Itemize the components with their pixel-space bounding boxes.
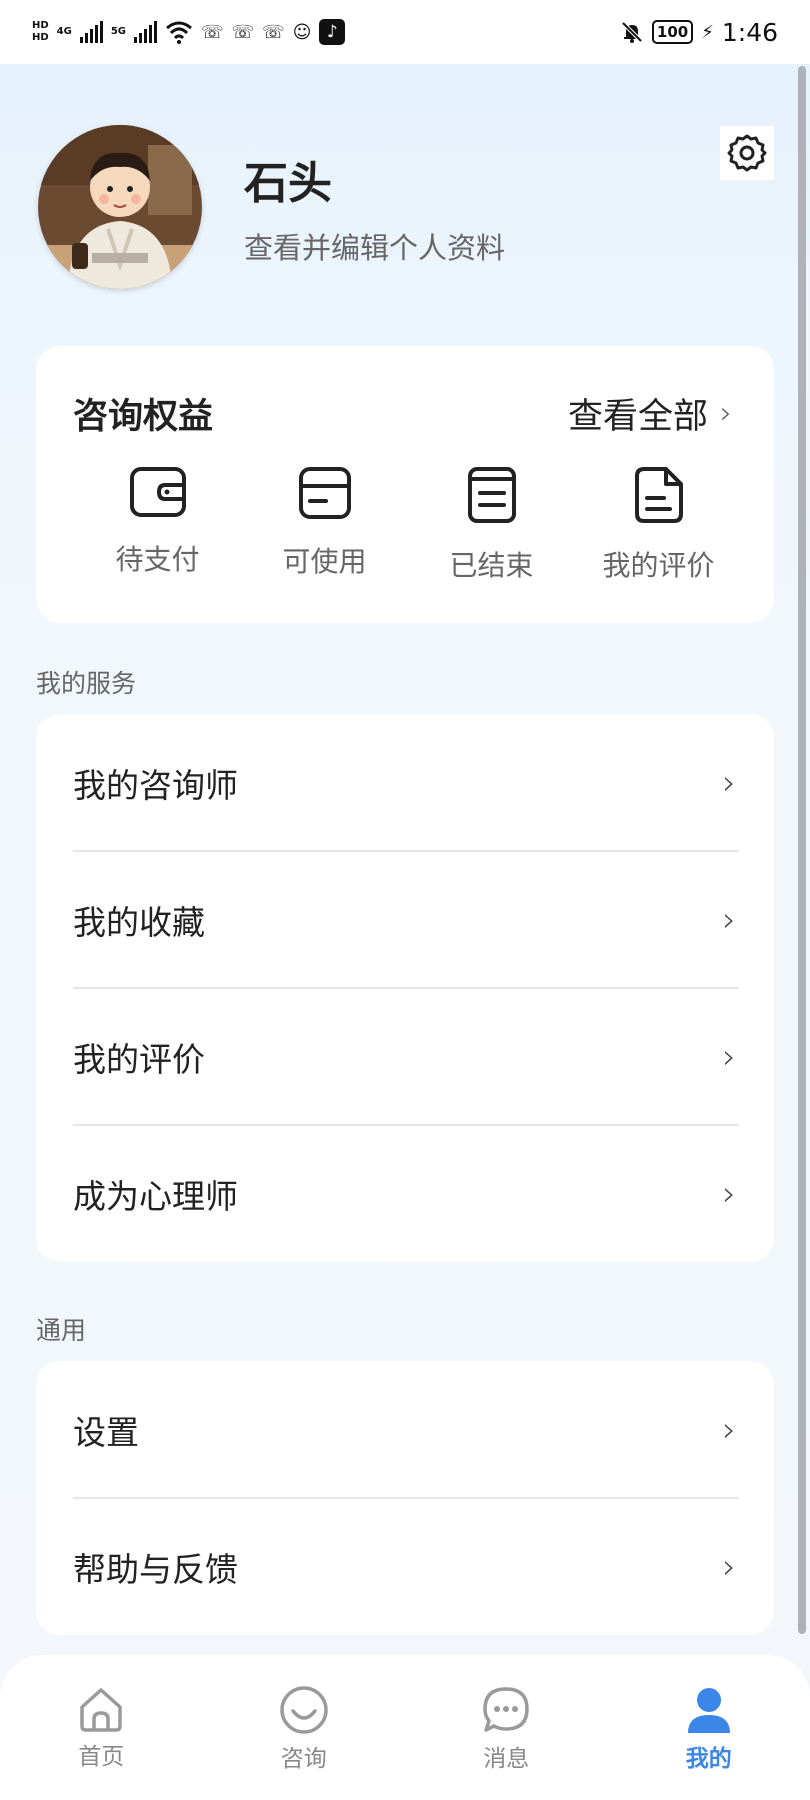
general-row-settings[interactable]: 设置 › [36,1361,774,1498]
consultation-rights-card: 咨询权益 查看全部 › 待支付 可使用 已结束 我的评价 [36,346,774,623]
charging-icon: ⚡ [701,21,714,43]
status-bar: HD HD 4G 5G ☏ ☏ ☏ ☺ ♪ 100 ⚡ 1:46 [0,0,810,64]
chevron-right-icon: › [720,396,732,431]
missed-call-icon: ☏ [201,21,224,43]
clock-time: 1:46 [721,17,778,47]
service-row-label: 成为心理师 [73,1176,238,1216]
tab-label: 咨询 [280,1746,327,1772]
bell-muted-icon [621,21,643,43]
chat-icon [483,1687,529,1732]
tab-label: 消息 [483,1746,530,1772]
chevron-right-icon: › [722,1036,736,1077]
user-icon [687,1688,730,1733]
chevron-right-icon: › [722,1546,736,1587]
rights-item-label: 可使用 [282,545,367,578]
bottom-tab-bar: 首页 咨询 消息 我的 [0,1655,810,1800]
services-card: 我的咨询师 › 我的收藏 › 我的评价 › 成为心理师 › [36,714,774,1262]
tab-label: 首页 [78,1744,125,1770]
box-icon [298,467,351,519]
rights-item-ended[interactable]: 已结束 [408,466,575,584]
battery-indicator: 100 [651,20,694,44]
service-row-label: 我的评价 [73,1039,205,1079]
tab-consult[interactable]: 咨询 [203,1655,406,1800]
chevron-right-icon: › [722,1173,736,1214]
general-section-label: 通用 [36,1316,87,1345]
rights-item-label: 我的评价 [602,549,715,582]
rights-item-my-reviews[interactable]: 我的评价 [575,466,742,584]
edit-profile-link[interactable]: 查看并编辑个人资料 [244,225,505,267]
service-row-my-reviews[interactable]: 我的评价 › [36,988,774,1125]
settings-button[interactable] [720,126,774,180]
hd-tag: HD [32,20,49,31]
gear-icon [727,134,767,172]
tab-mine[interactable]: 我的 [608,1655,810,1800]
service-row-my-counselor[interactable]: 我的咨询师 › [36,714,774,851]
robot-icon: ☺ [292,21,312,43]
status-right: 100 ⚡ 1:46 [620,18,778,47]
tab-home[interactable]: 首页 [0,1655,203,1800]
clipboard-icon [467,467,516,523]
view-all-label: 查看全部 [567,397,708,437]
tab-messages[interactable]: 消息 [405,1655,608,1800]
signal-icon [79,21,103,43]
avatar-illustration [38,125,202,289]
hd-tags: HD HD [32,21,49,43]
general-row-label: 设置 [73,1412,139,1452]
missed-call-icon: ☏ [262,21,285,43]
chevron-right-icon: › [722,899,736,940]
network-4g: 4G [56,26,72,37]
chevron-right-icon: › [722,762,736,803]
tab-label: 我的 [685,1746,732,1772]
rights-item-label: 已结束 [449,549,534,582]
hd-tag: HD [32,32,49,43]
rights-title: 咨询权益 [73,397,214,437]
wallet-icon [129,467,186,517]
home-icon [80,1688,122,1732]
network-5g: 5G [110,26,127,37]
service-row-label: 我的咨询师 [73,765,238,805]
smile-icon [280,1686,328,1734]
service-row-label: 我的收藏 [73,902,205,942]
services-section-label: 我的服务 [36,669,137,698]
status-left: HD HD 4G 5G ☏ ☏ ☏ ☺ ♪ [32,19,346,45]
missed-call-icon: ☏ [231,21,255,43]
general-row-label: 帮助与反馈 [73,1549,238,1589]
profile-header[interactable]: 石头 查看并编辑个人资料 [38,125,505,289]
rights-item-usable[interactable]: 可使用 [241,466,408,584]
service-row-become-therapist[interactable]: 成为心理师 › [36,1125,774,1262]
rights-item-pending-payment[interactable]: 待支付 [74,466,241,584]
profile-text: 石头 查看并编辑个人资料 [244,147,505,267]
view-all-button[interactable]: 查看全部 › [568,388,732,439]
scrollbar[interactable] [798,66,806,1634]
service-row-my-favorites[interactable]: 我的收藏 › [36,851,774,988]
user-name: 石头 [244,158,332,209]
signal-icon [134,21,158,43]
rights-grid: 待支付 可使用 已结束 我的评价 [36,466,774,584]
general-card: 设置 › 帮助与反馈 › [36,1361,774,1635]
rights-item-label: 待支付 [115,543,200,576]
general-row-help-feedback[interactable]: 帮助与反馈 › [36,1498,774,1635]
document-icon [634,467,683,523]
avatar[interactable] [38,125,202,289]
wifi-icon [166,21,192,44]
chevron-right-icon: › [722,1409,736,1450]
tiktok-icon: ♪ [319,19,346,45]
